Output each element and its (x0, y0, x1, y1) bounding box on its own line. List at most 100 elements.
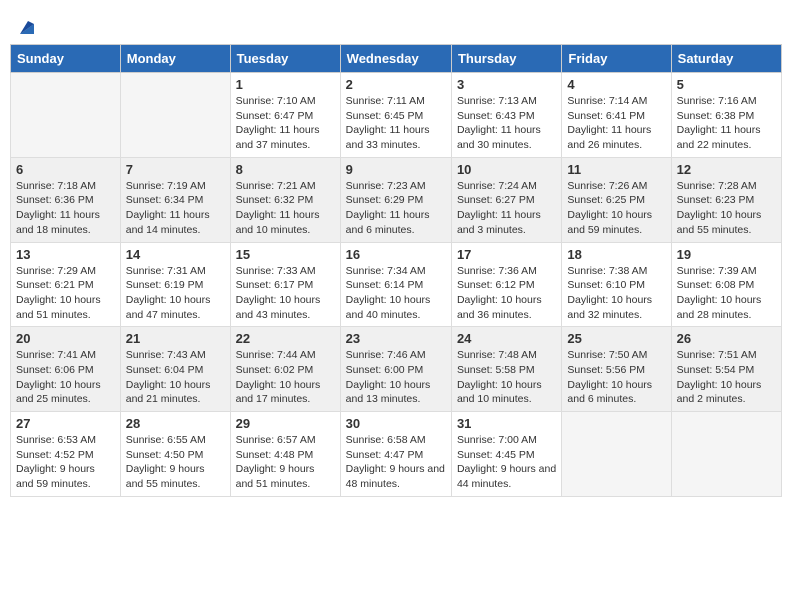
day-info: Sunrise: 7:39 AM Sunset: 6:08 PM Dayligh… (677, 264, 776, 323)
calendar-week-row: 1Sunrise: 7:10 AM Sunset: 6:47 PM Daylig… (11, 73, 782, 158)
calendar-cell: 8 Sunrise: 7:21 AM Sunset: 6:32 PM Daylig… (230, 157, 340, 242)
calendar-cell: 11 Sunrise: 7:26 AM Sunset: 6:25 PM Dayli… (562, 157, 671, 242)
day-info: Sunrise: 6:55 AM Sunset: 4:50 PM Dayligh… (126, 433, 225, 492)
day-number: 5 (677, 77, 776, 92)
day-info: Sunrise: 7:24 AM Sunset: 6:27 PM Dayligh… (457, 179, 556, 238)
calendar-cell: 27 Sunrise: 6:53 AM Sunset: 4:52 PM Dayli… (11, 412, 121, 497)
day-number: 6 (16, 162, 115, 177)
day-info: Sunrise: 7:14 AM Sunset: 6:41 PM Dayligh… (567, 94, 665, 153)
calendar-table: SundayMondayTuesdayWednesdayThursdayFrid… (10, 44, 782, 497)
day-number: 3 (457, 77, 556, 92)
calendar-cell: 12 Sunrise: 7:28 AM Sunset: 6:23 PM Dayli… (671, 157, 781, 242)
calendar-cell: 14 Sunrise: 7:31 AM Sunset: 6:19 PM Dayli… (120, 242, 230, 327)
day-number: 16 (346, 247, 446, 262)
calendar-header-monday: Monday (120, 45, 230, 73)
calendar-cell (562, 412, 671, 497)
calendar-week-row: 13 Sunrise: 7:29 AM Sunset: 6:21 PM Dayli… (11, 242, 782, 327)
day-info: Sunrise: 7:46 AM Sunset: 6:00 PM Dayligh… (346, 348, 446, 407)
calendar-cell: 21 Sunrise: 7:43 AM Sunset: 6:04 PM Dayli… (120, 327, 230, 412)
day-number: 13 (16, 247, 115, 262)
day-number: 26 (677, 331, 776, 346)
day-number: 27 (16, 416, 115, 431)
day-info: Sunrise: 7:28 AM Sunset: 6:23 PM Dayligh… (677, 179, 776, 238)
day-number: 8 (236, 162, 335, 177)
logo (14, 16, 38, 38)
day-number: 2 (346, 77, 446, 92)
day-number: 30 (346, 416, 446, 431)
calendar-cell: 20Sunrise: 7:41 AM Sunset: 6:06 PM Dayli… (11, 327, 121, 412)
day-number: 31 (457, 416, 556, 431)
day-info: Sunrise: 7:26 AM Sunset: 6:25 PM Dayligh… (567, 179, 665, 238)
day-info: Sunrise: 7:29 AM Sunset: 6:21 PM Dayligh… (16, 264, 115, 323)
calendar-cell: 3 Sunrise: 7:13 AM Sunset: 6:43 PM Daylig… (451, 73, 561, 158)
calendar-header-saturday: Saturday (671, 45, 781, 73)
day-info: Sunrise: 7:43 AM Sunset: 6:04 PM Dayligh… (126, 348, 225, 407)
calendar-cell: 6 Sunrise: 7:18 AM Sunset: 6:36 PM Daylig… (11, 157, 121, 242)
calendar-header-wednesday: Wednesday (340, 45, 451, 73)
day-number: 12 (677, 162, 776, 177)
calendar-cell: 29 Sunrise: 6:57 AM Sunset: 4:48 PM Dayli… (230, 412, 340, 497)
calendar-header-friday: Friday (562, 45, 671, 73)
day-number: 9 (346, 162, 446, 177)
calendar-cell: 10 Sunrise: 7:24 AM Sunset: 6:27 PM Dayli… (451, 157, 561, 242)
day-number: 29 (236, 416, 335, 431)
calendar-header-sunday: Sunday (11, 45, 121, 73)
page-header (10, 10, 782, 38)
day-info: Sunrise: 7:50 AM Sunset: 5:56 PM Dayligh… (567, 348, 665, 407)
day-info: Sunrise: 7:48 AM Sunset: 5:58 PM Dayligh… (457, 348, 556, 407)
calendar-cell: 23Sunrise: 7:46 AM Sunset: 6:00 PM Dayli… (340, 327, 451, 412)
calendar-cell: 5Sunrise: 7:16 AM Sunset: 6:38 PM Daylig… (671, 73, 781, 158)
day-info: Sunrise: 7:10 AM Sunset: 6:47 PM Dayligh… (236, 94, 335, 153)
day-info: Sunrise: 7:51 AM Sunset: 5:54 PM Dayligh… (677, 348, 776, 407)
calendar-cell: 2Sunrise: 7:11 AM Sunset: 6:45 PM Daylig… (340, 73, 451, 158)
day-info: Sunrise: 7:36 AM Sunset: 6:12 PM Dayligh… (457, 264, 556, 323)
day-number: 21 (126, 331, 225, 346)
day-info: Sunrise: 7:19 AM Sunset: 6:34 PM Dayligh… (126, 179, 225, 238)
day-number: 10 (457, 162, 556, 177)
calendar-cell: 22 Sunrise: 7:44 AM Sunset: 6:02 PM Dayli… (230, 327, 340, 412)
calendar-cell: 9 Sunrise: 7:23 AM Sunset: 6:29 PM Daylig… (340, 157, 451, 242)
calendar-header-row: SundayMondayTuesdayWednesdayThursdayFrid… (11, 45, 782, 73)
day-info: Sunrise: 7:18 AM Sunset: 6:36 PM Dayligh… (16, 179, 115, 238)
day-info: Sunrise: 6:57 AM Sunset: 4:48 PM Dayligh… (236, 433, 335, 492)
calendar-week-row: 6 Sunrise: 7:18 AM Sunset: 6:36 PM Daylig… (11, 157, 782, 242)
calendar-header-tuesday: Tuesday (230, 45, 340, 73)
calendar-cell: 7Sunrise: 7:19 AM Sunset: 6:34 PM Daylig… (120, 157, 230, 242)
calendar-cell (11, 73, 121, 158)
day-info: Sunrise: 6:53 AM Sunset: 4:52 PM Dayligh… (16, 433, 115, 492)
day-info: Sunrise: 7:44 AM Sunset: 6:02 PM Dayligh… (236, 348, 335, 407)
day-number: 4 (567, 77, 665, 92)
day-info: Sunrise: 7:31 AM Sunset: 6:19 PM Dayligh… (126, 264, 225, 323)
day-number: 22 (236, 331, 335, 346)
day-info: Sunrise: 7:23 AM Sunset: 6:29 PM Dayligh… (346, 179, 446, 238)
calendar-cell: 19 Sunrise: 7:39 AM Sunset: 6:08 PM Dayli… (671, 242, 781, 327)
day-number: 11 (567, 162, 665, 177)
calendar-week-row: 27 Sunrise: 6:53 AM Sunset: 4:52 PM Dayli… (11, 412, 782, 497)
calendar-cell: 13 Sunrise: 7:29 AM Sunset: 6:21 PM Dayli… (11, 242, 121, 327)
day-number: 28 (126, 416, 225, 431)
day-info: Sunrise: 7:13 AM Sunset: 6:43 PM Dayligh… (457, 94, 556, 153)
calendar-header-thursday: Thursday (451, 45, 561, 73)
day-number: 15 (236, 247, 335, 262)
day-number: 17 (457, 247, 556, 262)
calendar-cell: 26 Sunrise: 7:51 AM Sunset: 5:54 PM Dayli… (671, 327, 781, 412)
day-info: Sunrise: 7:34 AM Sunset: 6:14 PM Dayligh… (346, 264, 446, 323)
day-info: Sunrise: 7:21 AM Sunset: 6:32 PM Dayligh… (236, 179, 335, 238)
calendar-cell: 30 Sunrise: 6:58 AM Sunset: 4:47 PM Dayli… (340, 412, 451, 497)
calendar-cell: 15 Sunrise: 7:33 AM Sunset: 6:17 PM Dayli… (230, 242, 340, 327)
day-info: Sunrise: 7:38 AM Sunset: 6:10 PM Dayligh… (567, 264, 665, 323)
calendar-cell (671, 412, 781, 497)
day-info: Sunrise: 6:58 AM Sunset: 4:47 PM Dayligh… (346, 433, 446, 492)
calendar-cell: 1Sunrise: 7:10 AM Sunset: 6:47 PM Daylig… (230, 73, 340, 158)
day-number: 24 (457, 331, 556, 346)
day-info: Sunrise: 7:41 AM Sunset: 6:06 PM Dayligh… (16, 348, 115, 407)
calendar-cell: 25 Sunrise: 7:50 AM Sunset: 5:56 PM Dayli… (562, 327, 671, 412)
day-number: 25 (567, 331, 665, 346)
calendar-cell: 24 Sunrise: 7:48 AM Sunset: 5:58 PM Dayli… (451, 327, 561, 412)
day-number: 14 (126, 247, 225, 262)
calendar-cell (120, 73, 230, 158)
day-number: 19 (677, 247, 776, 262)
day-number: 18 (567, 247, 665, 262)
calendar-week-row: 20Sunrise: 7:41 AM Sunset: 6:06 PM Dayli… (11, 327, 782, 412)
day-info: Sunrise: 7:33 AM Sunset: 6:17 PM Dayligh… (236, 264, 335, 323)
